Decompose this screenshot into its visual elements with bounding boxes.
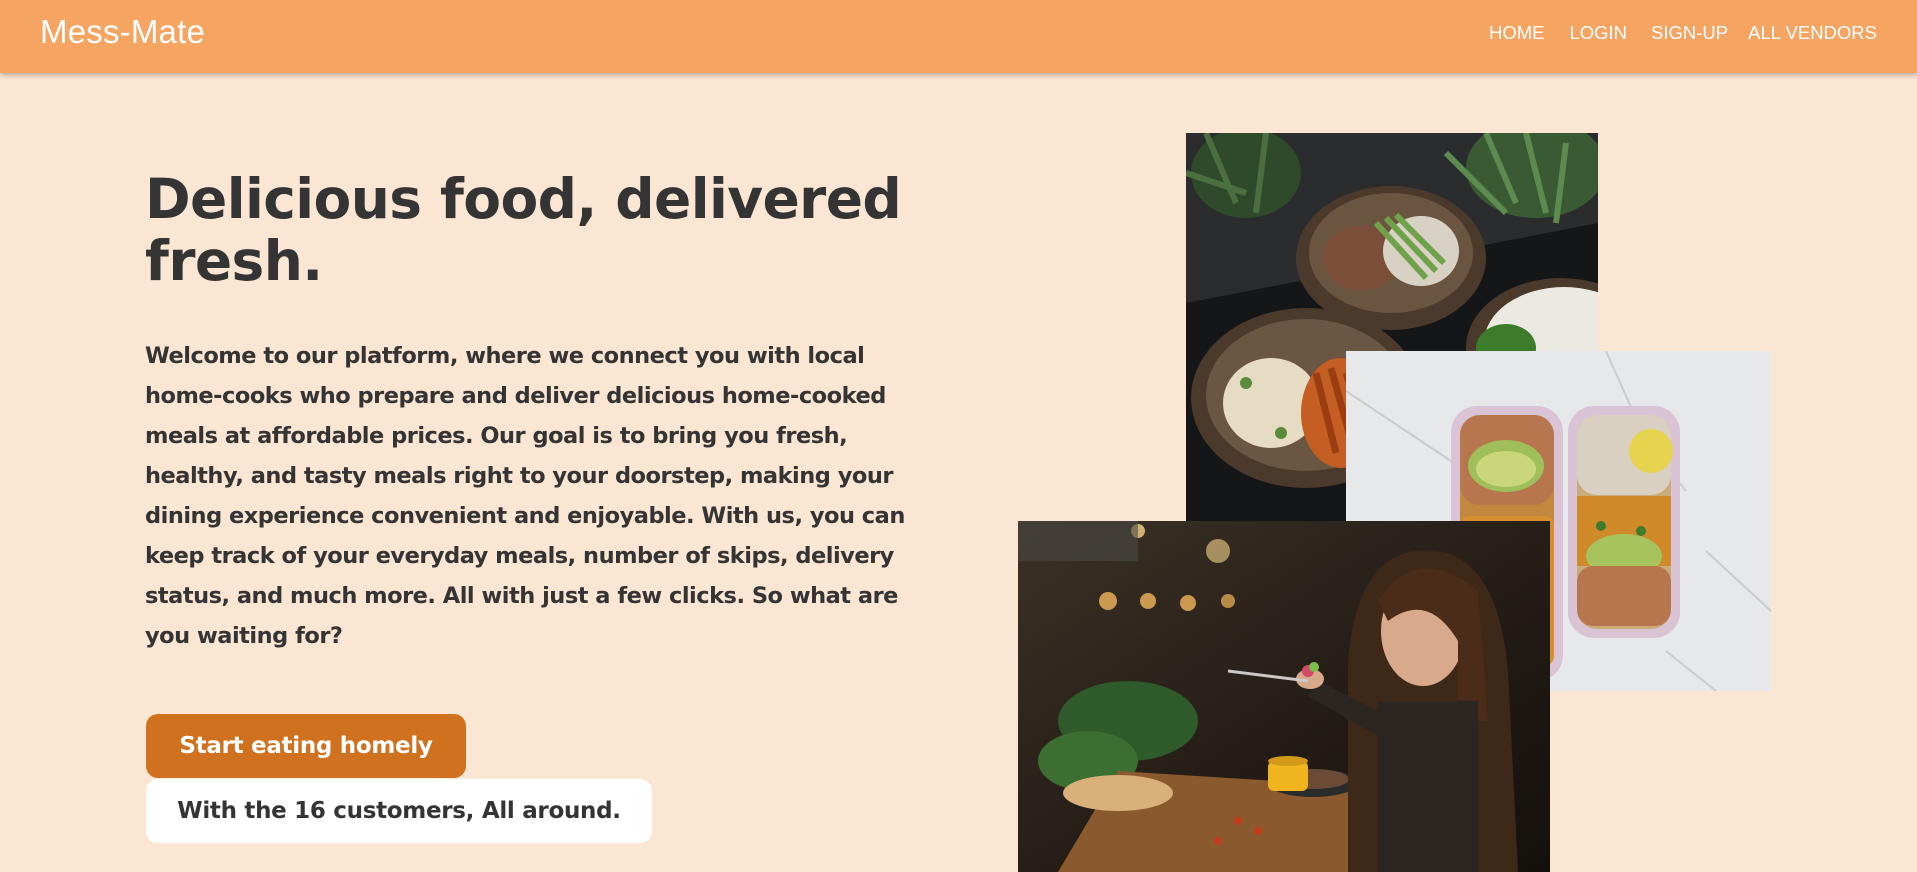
woman-eating-photo [1018,521,1550,872]
nav-link-all-vendors[interactable]: ALL VENDORS [1748,22,1877,44]
nav-link-signup[interactable]: SIGN-UP [1651,22,1728,44]
start-eating-button[interactable]: Start eating homely [146,714,466,778]
brand-logo[interactable]: Mess-Mate [40,13,205,51]
navbar: Mess-Mate HOME LOGIN SIGN-UP ALL VENDORS [0,0,1917,73]
customers-count-badge: With the 16 customers, All around. [146,779,652,843]
nav-links: HOME LOGIN SIGN-UP ALL VENDORS [1489,22,1877,44]
hero-description: Welcome to our platform, where we connec… [145,343,905,649]
nav-link-home[interactable]: HOME [1489,22,1545,44]
hero-title: Delicious food, delivered fresh. [145,167,902,293]
nav-link-login[interactable]: LOGIN [1569,22,1627,44]
